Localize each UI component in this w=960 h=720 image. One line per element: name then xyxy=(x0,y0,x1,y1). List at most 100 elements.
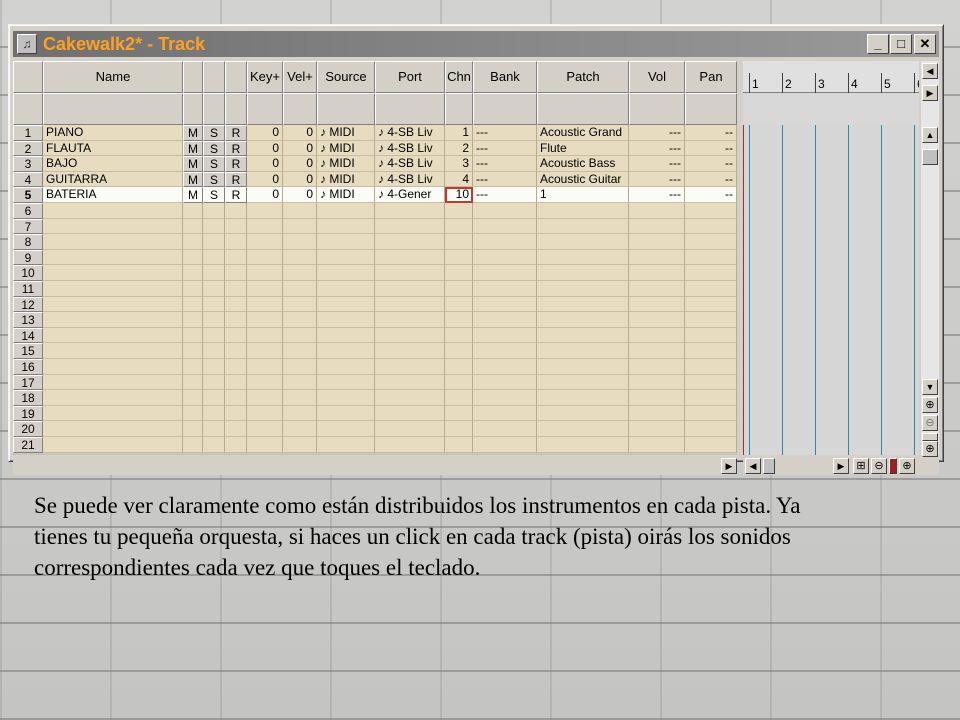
empty-cell[interactable] xyxy=(43,234,183,250)
empty-cell[interactable] xyxy=(283,281,317,297)
bank-cell[interactable]: --- xyxy=(473,171,537,188)
empty-cell[interactable] xyxy=(375,327,445,344)
empty-cell[interactable] xyxy=(43,327,183,344)
scroll-left-icon[interactable]: ◀ xyxy=(745,458,761,474)
empty-cell[interactable] xyxy=(537,281,629,297)
empty-cell[interactable] xyxy=(685,405,737,422)
track-number[interactable]: 11 xyxy=(13,281,43,297)
empty-cell[interactable] xyxy=(183,296,203,313)
title-bar[interactable]: ♫ Cakewalk2* - Track _ □ ✕ xyxy=(13,31,939,57)
empty-cell[interactable] xyxy=(445,390,473,406)
empty-cell[interactable] xyxy=(375,203,445,219)
empty-cell[interactable] xyxy=(225,421,247,437)
empty-cell[interactable] xyxy=(283,374,317,391)
source-cell[interactable]: ♪ MIDI xyxy=(317,187,375,203)
track-number[interactable]: 14 xyxy=(13,327,43,344)
track-row[interactable]: 14 xyxy=(13,327,737,344)
track-number[interactable]: 9 xyxy=(13,249,43,266)
empty-cell[interactable] xyxy=(629,343,685,359)
empty-cell[interactable] xyxy=(183,421,203,437)
empty-cell[interactable] xyxy=(629,390,685,406)
empty-cell[interactable] xyxy=(247,421,283,437)
track-number[interactable]: 5 xyxy=(13,187,43,203)
empty-cell[interactable] xyxy=(317,203,375,219)
empty-cell[interactable] xyxy=(537,359,629,375)
empty-cell[interactable] xyxy=(317,437,375,453)
empty-cell[interactable] xyxy=(685,343,737,359)
empty-cell[interactable] xyxy=(473,265,537,281)
track-number[interactable]: 19 xyxy=(13,405,43,422)
empty-cell[interactable] xyxy=(247,374,283,391)
channel-cell[interactable]: 3 xyxy=(445,156,473,172)
track-row[interactable]: 3 BAJO M S R 0 0 ♪ MIDI ♪ 4-SB Liv 3 --- Acoustic B… xyxy=(13,156,737,172)
empty-cell[interactable] xyxy=(375,296,445,313)
empty-cell[interactable] xyxy=(375,312,445,328)
empty-cell[interactable] xyxy=(247,312,283,328)
clips-pane[interactable]: 1 2 3 4 5 6 xyxy=(743,61,919,455)
pan-cell[interactable]: -- xyxy=(685,125,737,141)
key-offset[interactable]: 0 xyxy=(247,125,283,141)
empty-cell[interactable] xyxy=(537,265,629,281)
empty-cell[interactable] xyxy=(317,374,375,391)
empty-cell[interactable] xyxy=(225,327,247,344)
empty-cell[interactable] xyxy=(473,249,537,266)
bank-header[interactable]: Bank xyxy=(473,61,537,93)
empty-cell[interactable] xyxy=(317,343,375,359)
empty-cell[interactable] xyxy=(629,327,685,344)
empty-cell[interactable] xyxy=(183,312,203,328)
cakewalk-app-icon[interactable]: ♫ xyxy=(17,34,37,54)
scroll-down-icon[interactable]: ▶ xyxy=(922,85,938,101)
track-row[interactable]: 12 xyxy=(13,296,737,313)
empty-cell[interactable] xyxy=(283,312,317,328)
empty-cell[interactable] xyxy=(183,281,203,297)
empty-cell[interactable] xyxy=(537,203,629,219)
empty-cell[interactable] xyxy=(225,343,247,359)
mute-button[interactable]: M xyxy=(183,156,203,172)
zoom-out-icon[interactable]: ⊖ xyxy=(922,415,938,431)
empty-cell[interactable] xyxy=(43,437,183,453)
scroll-thumb[interactable] xyxy=(922,149,938,165)
track-row[interactable]: 7 xyxy=(13,218,737,235)
empty-cell[interactable] xyxy=(317,359,375,375)
solo-button[interactable]: S xyxy=(203,140,225,157)
track-number[interactable]: 10 xyxy=(13,265,43,281)
empty-cell[interactable] xyxy=(473,312,537,328)
empty-cell[interactable] xyxy=(473,421,537,437)
empty-cell[interactable] xyxy=(317,327,375,344)
velocity-offset[interactable]: 0 xyxy=(283,187,317,203)
pan-cell[interactable]: -- xyxy=(685,156,737,172)
empty-cell[interactable] xyxy=(183,374,203,391)
empty-cell[interactable] xyxy=(375,218,445,235)
source-header[interactable]: Source xyxy=(317,61,375,93)
empty-cell[interactable] xyxy=(43,218,183,235)
track-row[interactable]: 21 xyxy=(13,437,737,453)
mute-button[interactable]: M xyxy=(183,171,203,188)
pan-cell[interactable]: -- xyxy=(685,171,737,188)
empty-cell[interactable] xyxy=(203,203,225,219)
track-row[interactable]: 11 xyxy=(13,281,737,297)
volume-cell[interactable]: --- xyxy=(629,156,685,172)
track-name[interactable]: GUITARRA xyxy=(43,171,183,188)
channel-cell[interactable]: 1 xyxy=(445,125,473,141)
track-number[interactable]: 6 xyxy=(13,203,43,219)
empty-cell[interactable] xyxy=(375,359,445,375)
empty-cell[interactable] xyxy=(629,421,685,437)
mute-button[interactable]: M xyxy=(183,140,203,157)
record-button[interactable]: R xyxy=(225,171,247,188)
empty-cell[interactable] xyxy=(317,265,375,281)
track-row[interactable]: 5 BATERIA M S R 0 0 ♪ MIDI ♪ 4-Gener 10 --- 1 --- -- xyxy=(13,187,737,203)
empty-cell[interactable] xyxy=(183,327,203,344)
track-number[interactable]: 2 xyxy=(13,140,43,157)
track-row[interactable]: 10 xyxy=(13,265,737,281)
zoom-in-icon[interactable]: ⊕ xyxy=(922,397,938,413)
empty-cell[interactable] xyxy=(283,390,317,406)
empty-cell[interactable] xyxy=(283,421,317,437)
empty-cell[interactable] xyxy=(445,437,473,453)
empty-cell[interactable] xyxy=(225,390,247,406)
empty-cell[interactable] xyxy=(247,218,283,235)
empty-cell[interactable] xyxy=(317,218,375,235)
scroll-up-icon[interactable]: ▲ xyxy=(922,127,938,143)
empty-cell[interactable] xyxy=(225,281,247,297)
empty-cell[interactable] xyxy=(247,359,283,375)
empty-cell[interactable] xyxy=(225,374,247,391)
